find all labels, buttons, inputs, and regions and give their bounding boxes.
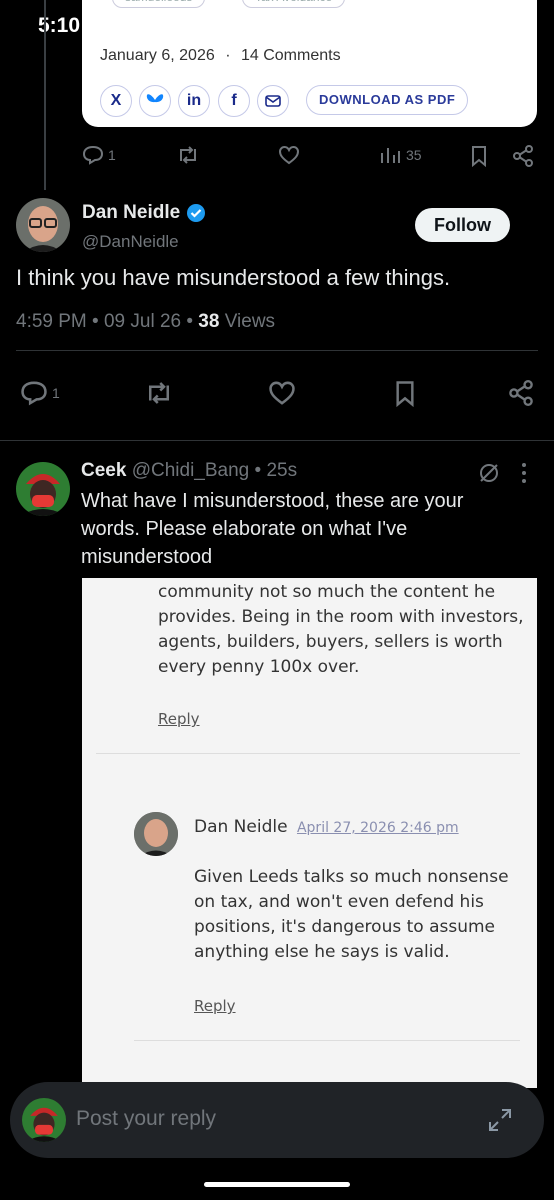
- tweet-views-count: 38: [198, 311, 220, 332]
- parent-views-count: 35: [406, 147, 422, 163]
- article-tag[interactable]: samuelleeds: [112, 0, 206, 8]
- article-comments: 14 Comments: [240, 47, 341, 64]
- parent-reply-count: 1: [108, 147, 116, 163]
- divider: [96, 753, 520, 754]
- more-options-icon[interactable]: [520, 462, 528, 484]
- reply-input[interactable]: Post your reply: [76, 1107, 216, 1131]
- tweet-author-name: Dan Neidle: [82, 202, 181, 223]
- views-icon: [381, 148, 400, 163]
- x-share-icon[interactable]: X: [100, 85, 132, 117]
- parent-like-button[interactable]: [278, 145, 300, 165]
- bluesky-share-icon[interactable]: [139, 85, 171, 117]
- bookmark-button[interactable]: [394, 380, 416, 407]
- retweet-icon: [149, 382, 169, 404]
- follow-button[interactable]: Follow: [415, 208, 510, 242]
- reply-composer[interactable]: Post your reply: [10, 1082, 544, 1158]
- reply-icon: [82, 145, 104, 165]
- linkedin-share-icon[interactable]: in: [178, 85, 210, 117]
- heart-icon: [278, 145, 300, 165]
- embedded-comment-date: April 27, 2026 2:46 pm: [296, 820, 459, 836]
- expand-icon[interactable]: [487, 1107, 513, 1133]
- grok-icon[interactable]: [478, 462, 500, 484]
- parent-retweet-button[interactable]: [176, 145, 200, 165]
- parent-bookmark-button[interactable]: [470, 145, 488, 167]
- reply-count: 1: [52, 385, 60, 401]
- share-icon: [513, 145, 533, 167]
- divider: [16, 350, 538, 351]
- tweet-views-label: Views: [224, 311, 276, 332]
- share-button[interactable]: [508, 380, 534, 406]
- reply-text: What have I misunderstood, these are you…: [81, 490, 464, 568]
- embedded-comment-image[interactable]: community not so much the content he pro…: [82, 578, 537, 1088]
- like-button[interactable]: [268, 380, 296, 406]
- verified-badge-icon: [187, 204, 206, 222]
- meta-separator: ·: [225, 47, 231, 64]
- facebook-share-icon[interactable]: f: [218, 85, 250, 117]
- ceek-avatar[interactable]: [16, 462, 70, 516]
- composer-avatar: [22, 1098, 66, 1142]
- embedded-reply-link: Reply: [158, 710, 200, 728]
- dan-neidle-avatar[interactable]: [16, 198, 70, 252]
- article-meta: January 6, 2026 · 14 Comments: [100, 47, 341, 65]
- embedded-reply-link: Reply: [194, 997, 236, 1015]
- tweet-meta: 4:59 PM • 09 Jul 26 • 38 Views: [16, 311, 275, 333]
- tweet-author[interactable]: Dan Neidle: [82, 202, 206, 224]
- tweet-timestamp: 4:59 PM • 09 Jul 26 •: [16, 311, 194, 332]
- embedded-author: Dan Neidle April 27, 2026 2:46 pm: [194, 817, 459, 837]
- reply-icon: [21, 381, 47, 406]
- parent-share-button[interactable]: [512, 145, 534, 167]
- reply-author-name: Ceek: [81, 460, 127, 481]
- embedded-author-name: Dan Neidle: [194, 817, 288, 837]
- tweet-author-handle[interactable]: @DanNeidle: [82, 232, 179, 252]
- reply-button[interactable]: 1: [20, 380, 60, 406]
- parent-views-button[interactable]: 35: [380, 145, 422, 165]
- embedded-comment-reply-text: Given Leeds talks so much nonsense on ta…: [194, 867, 509, 962]
- bookmark-icon: [396, 381, 414, 407]
- home-indicator: [204, 1182, 350, 1187]
- reply-handle-time: @Chidi_Bang • 25s: [131, 460, 298, 481]
- embedded-comment-text: community not so much the content he pro…: [158, 582, 524, 677]
- thread-line: [44, 0, 46, 190]
- share-icon: [509, 380, 533, 406]
- email-share-icon[interactable]: [257, 85, 289, 117]
- download-pdf-button[interactable]: DOWNLOAD AS PDF: [306, 85, 469, 115]
- heart-icon: [269, 381, 295, 405]
- retweet-icon: [180, 146, 196, 164]
- reply-author[interactable]: Ceek @Chidi_Bang • 25s: [81, 460, 297, 482]
- divider: [134, 1040, 520, 1041]
- bookmark-icon: [472, 146, 486, 167]
- divider: [0, 440, 554, 441]
- parent-reply-button[interactable]: 1: [82, 145, 116, 165]
- article-date: January 6, 2026: [100, 47, 215, 64]
- retweet-button[interactable]: [144, 380, 174, 406]
- article-tag[interactable]: Tax Avoidance: [242, 0, 346, 8]
- tweet-text: I think you have misunderstood a few thi…: [16, 265, 451, 290]
- embedded-author-avatar: [134, 812, 178, 856]
- quoted-article-card[interactable]: samuelleeds Tax Avoidance January 6, 202…: [82, 0, 537, 127]
